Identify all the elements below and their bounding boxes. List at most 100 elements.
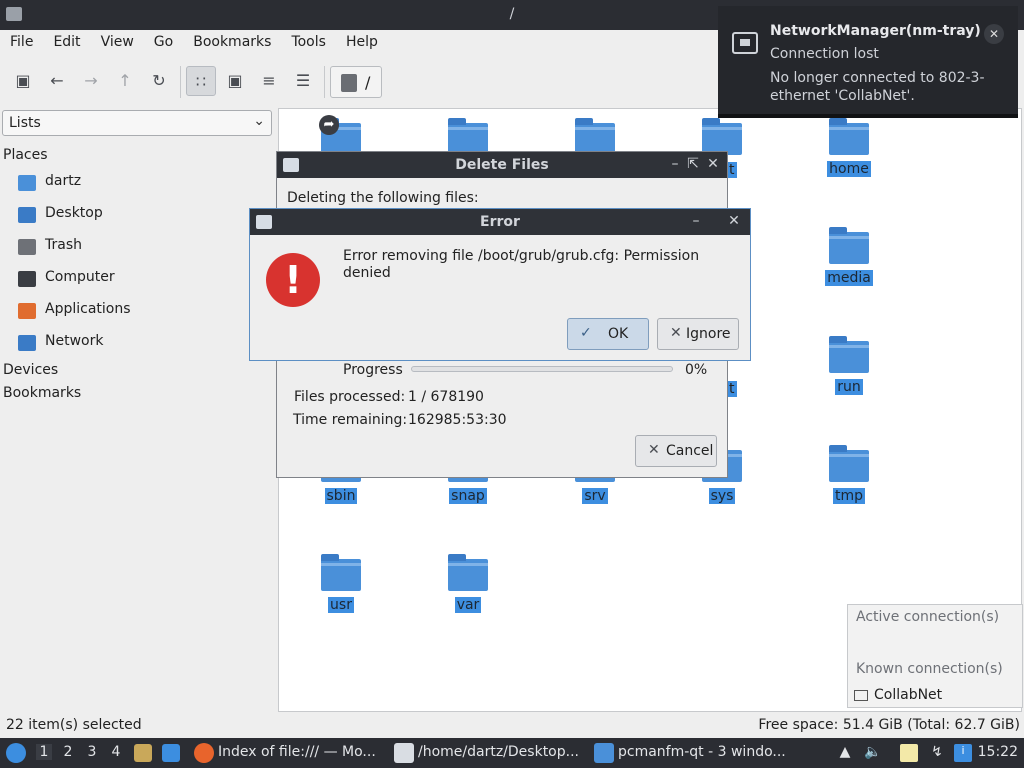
task-text-editor[interactable]: /home/dartz/Desktop... [394, 738, 586, 768]
up-icon[interactable]: ↑ [110, 66, 140, 96]
volume-icon[interactable]: 🔈 [864, 744, 882, 762]
chevron-down-icon: ⌄ [253, 113, 265, 129]
show-desktop-icon[interactable] [162, 744, 180, 762]
workspace-3[interactable]: 3 [84, 744, 100, 760]
toolbar-separator [180, 66, 181, 98]
cancel-icon: ✕ [648, 442, 660, 458]
reload-icon[interactable]: ↻ [144, 66, 174, 96]
clock[interactable]: 15:22 [978, 744, 1018, 760]
files-processed-label: Files processed: [294, 389, 406, 405]
folder-item-media[interactable]: media [809, 220, 889, 310]
folder-item-var[interactable]: var [428, 547, 508, 637]
status-bar: 22 item(s) selected Free space: 51.4 GiB… [0, 714, 1024, 738]
task-label: pcmanfm-qt - 3 windo... [618, 744, 786, 760]
close-icon[interactable]: ✕ [726, 213, 742, 231]
devices-header[interactable]: Devices [3, 362, 58, 378]
icon-view-icon[interactable]: ∷ [186, 66, 216, 96]
ignore-button[interactable]: ✕ Ignore [657, 318, 739, 350]
tray-up-icon[interactable]: ▲ [836, 744, 854, 762]
minimize-icon[interactable]: – [688, 213, 704, 231]
menu-tools[interactable]: Tools [281, 30, 336, 50]
file-manager-launcher-icon[interactable] [134, 744, 152, 762]
folder-label: var [454, 597, 482, 613]
close-icon[interactable]: ✕ [705, 156, 721, 174]
place-label: dartz [45, 173, 82, 189]
ok-button[interactable]: ✓ OK [567, 318, 649, 350]
workspace-4[interactable]: 4 [108, 744, 124, 760]
taskbar: 1 2 3 4 Index of file:/// — Mo... /home/… [0, 738, 1024, 768]
folder-icon [321, 554, 361, 591]
network-disconnected-icon[interactable]: ↯ [928, 744, 946, 762]
progress-bar [411, 366, 673, 372]
task-pcmanfm[interactable]: pcmanfm-qt - 3 windo... [594, 738, 786, 768]
workspace-2[interactable]: 2 [60, 744, 76, 760]
network-notification[interactable]: NetworkManager(nm-tray) Connection lost … [718, 6, 1018, 118]
menu-file[interactable]: File [0, 30, 43, 50]
path-bar[interactable]: / [330, 66, 382, 98]
folder-icon [829, 227, 869, 264]
workspace-1[interactable]: 1 [36, 744, 52, 760]
text-editor-icon [394, 743, 414, 763]
path-root[interactable]: / [365, 73, 370, 92]
new-tab-icon[interactable]: ▣ [8, 66, 38, 96]
task-label: /home/dartz/Desktop... [418, 744, 579, 760]
folder-label: srv [582, 488, 608, 504]
thumbnail-view-icon[interactable]: ▣ [220, 66, 250, 96]
folder-item-usr[interactable]: usr [301, 547, 381, 637]
folder-item-tmp[interactable]: tmp [809, 438, 889, 528]
network-icon [18, 335, 36, 351]
folder-label: sys [708, 488, 736, 504]
symlink-emblem-icon: ➦ [319, 115, 339, 135]
progress-value: 0% [685, 362, 708, 378]
start-menu-icon[interactable] [6, 743, 26, 763]
clipboard-icon[interactable] [900, 744, 918, 762]
places-header[interactable]: Places [3, 147, 48, 163]
menu-go[interactable]: Go [144, 30, 183, 50]
cancel-button-label: Cancel [666, 443, 714, 459]
computer-icon [341, 74, 357, 92]
close-icon[interactable]: ✕ [984, 24, 1004, 44]
connection-item[interactable]: CollabNet [854, 687, 942, 703]
error-dialog: Error – ✕ ! Error removing file /boot/gr… [249, 208, 751, 361]
desktop-icon [18, 207, 36, 223]
folder-label: home [827, 161, 871, 177]
files-processed-value: 1 / 678190 [408, 389, 484, 405]
folder-icon [594, 743, 614, 763]
dialog-titlebar[interactable]: Delete Files – ⇱ ✕ [277, 152, 727, 178]
forward-icon[interactable]: → [76, 66, 106, 96]
time-remaining-label: Time remaining: [293, 412, 408, 428]
computer-icon [18, 271, 36, 287]
back-icon[interactable]: ← [42, 66, 72, 96]
folder-icon [829, 118, 869, 155]
folder-label-partial: t [727, 162, 737, 178]
folder-icon [448, 554, 488, 591]
cancel-icon: ✕ [670, 325, 682, 341]
update-notifier-icon[interactable]: i [954, 744, 972, 762]
compact-view-icon[interactable]: ≡ [254, 66, 284, 96]
cancel-button[interactable]: ✕ Cancel [635, 435, 717, 467]
detailed-list-icon[interactable]: ☰ [288, 66, 318, 96]
minimize-icon[interactable]: – [667, 156, 683, 174]
folder-label: usr [328, 597, 354, 613]
notification-subtitle: Connection lost [770, 46, 879, 62]
task-firefox[interactable]: Index of file:/// — Mo... [194, 738, 386, 768]
applications-icon [18, 303, 36, 319]
menu-help[interactable]: Help [336, 30, 388, 50]
folder-icon [829, 445, 869, 482]
folder-item-run[interactable]: run [809, 329, 889, 419]
side-pane-mode-select[interactable]: Lists ⌄ [2, 110, 272, 136]
folder-item-home[interactable]: home [809, 111, 889, 201]
trash-icon [18, 239, 36, 255]
place-label: Applications [45, 301, 131, 317]
dialog-titlebar[interactable]: Error – ✕ [250, 209, 750, 235]
menu-view[interactable]: View [91, 30, 144, 50]
menu-edit[interactable]: Edit [43, 30, 90, 50]
free-space-status: Free space: 51.4 GiB (Total: 62.7 GiB) [758, 717, 1020, 733]
restore-icon[interactable]: ⇱ [685, 156, 701, 174]
menu-bookmarks[interactable]: Bookmarks [183, 30, 281, 50]
folder-label: sbin [324, 488, 358, 504]
bookmarks-header[interactable]: Bookmarks [3, 385, 81, 401]
connection-name: CollabNet [874, 687, 943, 703]
folder-label: snap [449, 488, 487, 504]
task-label: Index of file:/// — Mo... [218, 744, 376, 760]
